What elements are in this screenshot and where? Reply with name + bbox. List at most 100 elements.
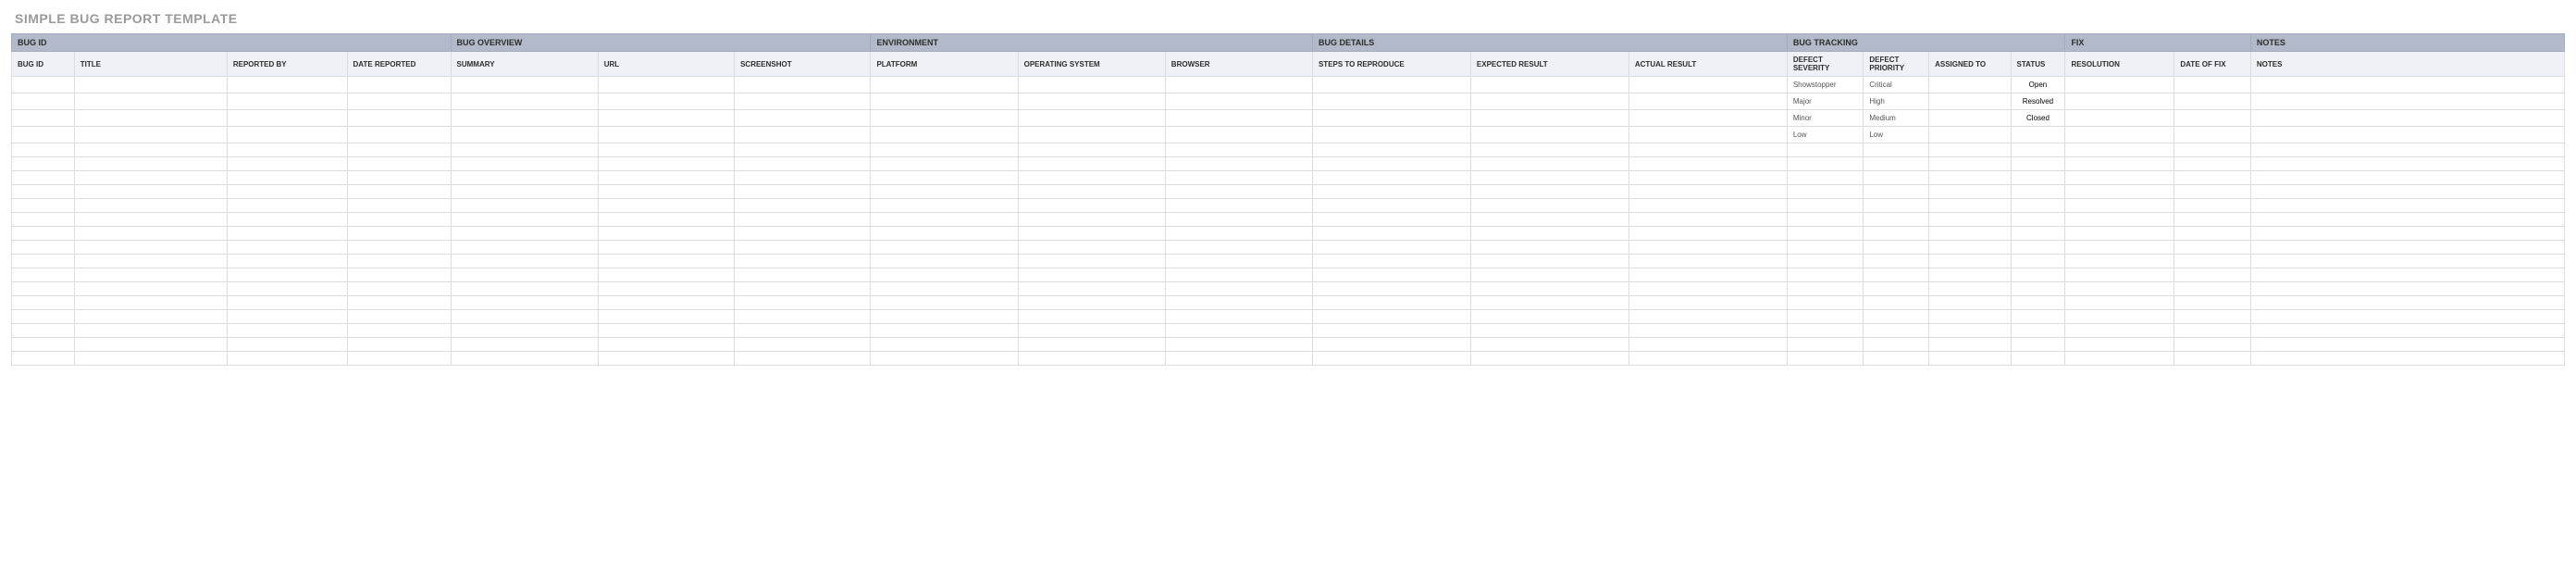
- cell-summary[interactable]: [451, 77, 598, 93]
- cell-bug_id[interactable]: [12, 185, 75, 199]
- cell-bug_id[interactable]: [12, 199, 75, 213]
- cell-resolution[interactable]: [2065, 310, 2174, 324]
- cell-date_reported[interactable]: [347, 255, 451, 268]
- cell-steps_to_reproduce[interactable]: [1312, 310, 1470, 324]
- cell-summary[interactable]: [451, 338, 598, 352]
- cell-url[interactable]: [598, 255, 734, 268]
- cell-date_of_fix[interactable]: [2174, 199, 2251, 213]
- cell-date_reported[interactable]: [347, 310, 451, 324]
- cell-steps_to_reproduce[interactable]: [1312, 282, 1470, 296]
- cell-severity[interactable]: [1787, 352, 1864, 366]
- cell-title[interactable]: [74, 185, 227, 199]
- cell-actual_result[interactable]: [1629, 310, 1787, 324]
- cell-operating_system[interactable]: [1018, 352, 1165, 366]
- cell-priority[interactable]: [1864, 282, 1929, 296]
- cell-priority[interactable]: [1864, 296, 1929, 310]
- cell-title[interactable]: [74, 352, 227, 366]
- cell-resolution[interactable]: [2065, 93, 2174, 110]
- cell-date_of_fix[interactable]: [2174, 143, 2251, 157]
- cell-title[interactable]: [74, 338, 227, 352]
- cell-assigned_to[interactable]: [1929, 268, 2011, 282]
- cell-summary[interactable]: [451, 241, 598, 255]
- cell-steps_to_reproduce[interactable]: [1312, 324, 1470, 338]
- cell-reported_by[interactable]: [227, 282, 347, 296]
- cell-expected_result[interactable]: [1470, 213, 1629, 227]
- cell-summary[interactable]: [451, 352, 598, 366]
- cell-expected_result[interactable]: [1470, 296, 1629, 310]
- cell-status[interactable]: [2011, 268, 2065, 282]
- cell-title[interactable]: [74, 143, 227, 157]
- cell-title[interactable]: [74, 296, 227, 310]
- cell-resolution[interactable]: [2065, 157, 2174, 171]
- cell-operating_system[interactable]: [1018, 171, 1165, 185]
- cell-steps_to_reproduce[interactable]: [1312, 185, 1470, 199]
- cell-bug_id[interactable]: [12, 296, 75, 310]
- cell-resolution[interactable]: [2065, 185, 2174, 199]
- cell-title[interactable]: [74, 255, 227, 268]
- cell-priority[interactable]: [1864, 255, 1929, 268]
- cell-operating_system[interactable]: [1018, 310, 1165, 324]
- cell-summary[interactable]: [451, 199, 598, 213]
- cell-status[interactable]: [2011, 310, 2065, 324]
- cell-actual_result[interactable]: [1629, 185, 1787, 199]
- cell-screenshot[interactable]: [735, 93, 871, 110]
- cell-date_of_fix[interactable]: [2174, 296, 2251, 310]
- cell-url[interactable]: [598, 185, 734, 199]
- cell-severity[interactable]: [1787, 255, 1864, 268]
- cell-date_reported[interactable]: [347, 282, 451, 296]
- cell-date_of_fix[interactable]: [2174, 213, 2251, 227]
- cell-browser[interactable]: [1165, 157, 1312, 171]
- cell-steps_to_reproduce[interactable]: [1312, 127, 1470, 143]
- cell-url[interactable]: [598, 296, 734, 310]
- cell-actual_result[interactable]: [1629, 93, 1787, 110]
- cell-priority[interactable]: [1864, 352, 1929, 366]
- cell-title[interactable]: [74, 324, 227, 338]
- cell-date_reported[interactable]: [347, 93, 451, 110]
- cell-severity[interactable]: Minor: [1787, 110, 1864, 127]
- cell-date_reported[interactable]: [347, 268, 451, 282]
- cell-reported_by[interactable]: [227, 268, 347, 282]
- cell-assigned_to[interactable]: [1929, 143, 2011, 157]
- cell-screenshot[interactable]: [735, 268, 871, 282]
- cell-status[interactable]: [2011, 127, 2065, 143]
- cell-priority[interactable]: [1864, 199, 1929, 213]
- cell-platform[interactable]: [871, 227, 1018, 241]
- cell-status[interactable]: [2011, 171, 2065, 185]
- cell-resolution[interactable]: [2065, 282, 2174, 296]
- cell-bug_id[interactable]: [12, 227, 75, 241]
- cell-assigned_to[interactable]: [1929, 296, 2011, 310]
- cell-date_reported[interactable]: [347, 143, 451, 157]
- cell-operating_system[interactable]: [1018, 110, 1165, 127]
- cell-browser[interactable]: [1165, 127, 1312, 143]
- cell-platform[interactable]: [871, 282, 1018, 296]
- cell-status[interactable]: [2011, 241, 2065, 255]
- cell-date_reported[interactable]: [347, 199, 451, 213]
- cell-actual_result[interactable]: [1629, 268, 1787, 282]
- cell-platform[interactable]: [871, 143, 1018, 157]
- cell-expected_result[interactable]: [1470, 110, 1629, 127]
- cell-operating_system[interactable]: [1018, 338, 1165, 352]
- cell-steps_to_reproduce[interactable]: [1312, 296, 1470, 310]
- cell-status[interactable]: Closed: [2011, 110, 2065, 127]
- cell-summary[interactable]: [451, 110, 598, 127]
- cell-url[interactable]: [598, 127, 734, 143]
- cell-date_reported[interactable]: [347, 241, 451, 255]
- cell-platform[interactable]: [871, 255, 1018, 268]
- cell-severity[interactable]: Low: [1787, 127, 1864, 143]
- cell-severity[interactable]: [1787, 199, 1864, 213]
- cell-status[interactable]: [2011, 296, 2065, 310]
- cell-priority[interactable]: [1864, 143, 1929, 157]
- cell-status[interactable]: [2011, 352, 2065, 366]
- cell-assigned_to[interactable]: [1929, 77, 2011, 93]
- cell-platform[interactable]: [871, 157, 1018, 171]
- cell-actual_result[interactable]: [1629, 77, 1787, 93]
- cell-reported_by[interactable]: [227, 157, 347, 171]
- cell-summary[interactable]: [451, 255, 598, 268]
- cell-assigned_to[interactable]: [1929, 157, 2011, 171]
- cell-screenshot[interactable]: [735, 338, 871, 352]
- cell-summary[interactable]: [451, 310, 598, 324]
- cell-summary[interactable]: [451, 268, 598, 282]
- cell-url[interactable]: [598, 199, 734, 213]
- cell-steps_to_reproduce[interactable]: [1312, 157, 1470, 171]
- cell-operating_system[interactable]: [1018, 185, 1165, 199]
